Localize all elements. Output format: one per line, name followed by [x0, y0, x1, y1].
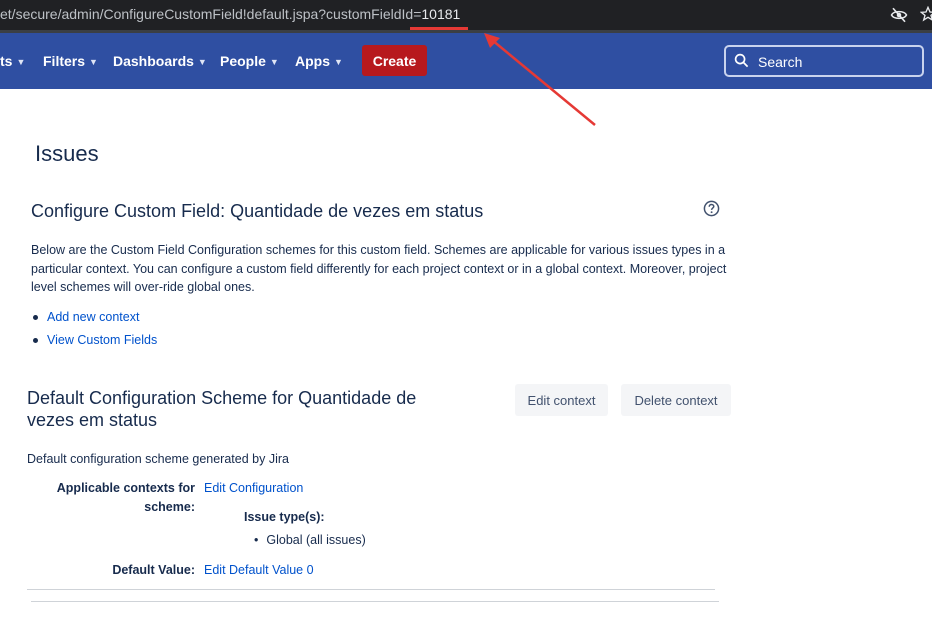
- create-button[interactable]: Create: [362, 45, 427, 76]
- nav-apps-label: Apps: [295, 53, 330, 69]
- nav-filters[interactable]: Filters ▼: [43, 53, 98, 69]
- nav-filters-label: Filters: [43, 53, 86, 69]
- issue-type-value: Global (all issues): [266, 533, 366, 547]
- help-icon[interactable]: [703, 200, 720, 217]
- nav-people-label: People: [220, 53, 266, 69]
- list-item: Add new context: [31, 308, 157, 331]
- search-input[interactable]: [756, 50, 920, 74]
- divider: [31, 601, 719, 602]
- nav-apps[interactable]: Apps ▼: [295, 53, 343, 69]
- nav-dashboards[interactable]: Dashboards ▼: [113, 53, 207, 69]
- action-links: Add new context View Custom Fields: [31, 308, 157, 354]
- top-navigation: ts ▼ Filters ▼ Dashboards ▼ People ▼ Apps ▼ C…: [0, 33, 932, 89]
- url-text[interactable]: et/secure/admin/ConfigureCustomField!def…: [0, 6, 460, 22]
- url-field-id: 10181: [421, 6, 461, 22]
- delete-context-button[interactable]: Delete context: [621, 384, 731, 416]
- chevron-down-icon: ▼: [269, 57, 279, 67]
- section-title: Configure Custom Field: Quantidade de ve…: [31, 201, 484, 221]
- scheme-title: Default Configuration Scheme for Quantid…: [27, 388, 417, 430]
- divider: [27, 589, 715, 590]
- browser-address-bar[interactable]: et/secure/admin/ConfigureCustomField!def…: [0, 0, 932, 30]
- edit-default-value-link[interactable]: Edit Default Value 0: [204, 561, 314, 580]
- list-item: • Global (all issues): [254, 533, 366, 547]
- nav-projects[interactable]: ts ▼: [0, 53, 25, 69]
- issue-types-label: Issue type(s):: [244, 510, 325, 524]
- annotation-arrow: [484, 33, 596, 126]
- chevron-down-icon: ▼: [89, 57, 98, 67]
- nav-projects-label: ts: [0, 53, 13, 69]
- bullet: •: [254, 533, 259, 547]
- section-description: Below are the Custom Field Configuration…: [31, 243, 727, 294]
- default-value-label: Default Value:: [112, 563, 195, 577]
- url-prefix: et/secure/admin/ConfigureCustomField!def…: [0, 6, 422, 22]
- page-title: Issues: [35, 141, 99, 166]
- scheme-description: Default configuration scheme generated b…: [27, 452, 289, 466]
- eye-off-icon[interactable]: [890, 6, 908, 24]
- chevron-down-icon: ▼: [334, 57, 343, 67]
- add-new-context-link[interactable]: Add new context: [47, 310, 139, 324]
- nav-dashboards-label: Dashboards: [113, 53, 194, 69]
- edit-context-button[interactable]: Edit context: [515, 384, 608, 416]
- view-custom-fields-link[interactable]: View Custom Fields: [47, 333, 157, 347]
- bookmark-star-icon[interactable]: [920, 6, 932, 22]
- search-box[interactable]: [724, 45, 924, 77]
- chevron-down-icon: ▼: [197, 57, 207, 67]
- nav-people[interactable]: People ▼: [220, 53, 279, 69]
- list-item: View Custom Fields: [31, 331, 157, 354]
- edit-configuration-link[interactable]: Edit Configuration: [204, 479, 303, 498]
- chevron-down-icon: ▼: [16, 57, 26, 67]
- applicable-contexts-label: Applicable contexts for scheme:: [56, 481, 195, 514]
- search-icon: [734, 53, 749, 68]
